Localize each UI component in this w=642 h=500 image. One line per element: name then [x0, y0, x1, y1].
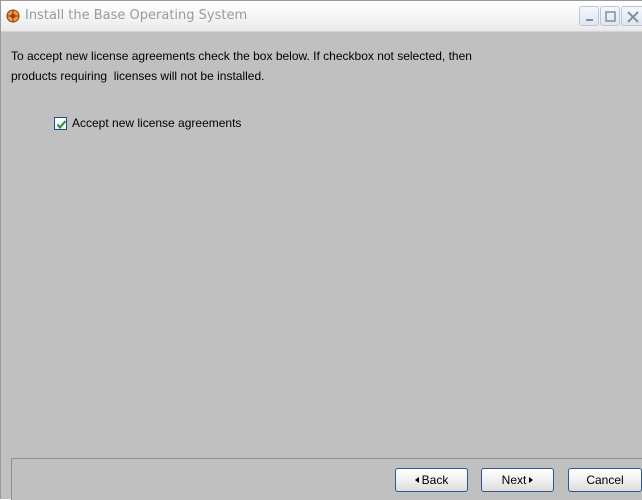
back-button[interactable]: Back [395, 468, 468, 492]
accept-license-checkbox[interactable] [54, 117, 67, 130]
next-button-label: Next [501, 473, 527, 487]
window-title: Install the Base Operating System [25, 8, 248, 23]
accept-license-label[interactable]: Accept new license agreements [72, 115, 241, 131]
next-button[interactable]: Next [481, 468, 554, 492]
checkmark-icon [56, 120, 67, 130]
maximize-button[interactable] [600, 6, 620, 26]
minimize-button[interactable] [579, 6, 599, 26]
license-panel: To accept new license agreements check t… [1, 32, 642, 458]
right-arrow-icon [529, 476, 534, 483]
cancel-button-label: Cancel [586, 473, 624, 487]
instruction-line-2: products requiring licenses will not be … [11, 69, 265, 83]
left-arrow-icon [414, 476, 419, 483]
installer-window: Install the Base Operating System To acc… [0, 0, 642, 500]
app-logo-icon [6, 9, 20, 23]
maximize-icon [605, 11, 616, 22]
button-bar: Back Next Cancel [11, 458, 642, 500]
instruction-line-1: To accept new license agreements check t… [11, 49, 472, 63]
close-icon [627, 11, 639, 23]
minimize-icon [586, 19, 593, 21]
close-button[interactable] [621, 6, 642, 26]
license-instructions: To accept new license agreements check t… [11, 46, 621, 86]
back-button-label: Back [421, 473, 449, 487]
cancel-button[interactable]: Cancel [568, 468, 642, 492]
title-bar[interactable]: Install the Base Operating System [1, 1, 642, 32]
